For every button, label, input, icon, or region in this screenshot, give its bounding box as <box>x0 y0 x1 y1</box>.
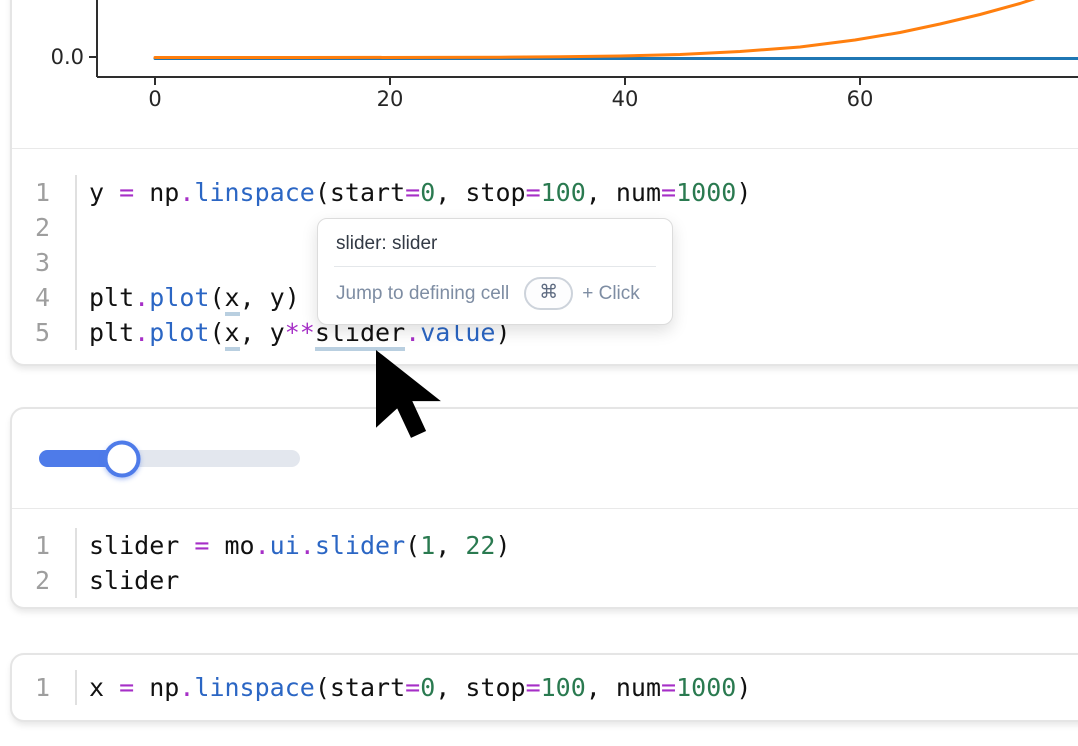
plot-output-area <box>12 0 1078 148</box>
line-number: 2 <box>12 210 50 245</box>
cmd-key-badge: ⌘ <box>524 277 573 310</box>
code-line[interactable]: slider = mo.ui.slider(1, 22) <box>89 528 1078 563</box>
code-line[interactable]: x = np.linspace(start=0, stop=100, num=1… <box>89 670 1078 705</box>
tooltip-footer: Jump to defining cell ⌘ + Click <box>318 267 672 324</box>
slider-output-area <box>12 409 1078 508</box>
code-line[interactable]: slider <box>89 563 1078 598</box>
slider-track[interactable] <box>39 450 300 467</box>
code-editor-x[interactable]: 1 x = np.linspace(start=0, stop=100, num… <box>12 655 1078 720</box>
line-number: 1 <box>12 670 50 705</box>
line-number: 1 <box>12 528 50 563</box>
tooltip-click-hint: + Click <box>582 283 640 305</box>
variable-underline-x[interactable]: x <box>225 283 240 316</box>
line-number-gutter: 12 <box>12 528 75 598</box>
code-lines: slider = mo.ui.slider(1, 22)slider <box>75 528 1078 598</box>
line-number: 1 <box>12 175 50 210</box>
line-number-gutter: 12345 <box>12 175 75 350</box>
cell-x: 1 x = np.linspace(start=0, stop=100, num… <box>10 653 1078 722</box>
line-number: 2 <box>12 563 50 598</box>
variable-tooltip: slider: slider Jump to defining cell ⌘ +… <box>317 218 673 325</box>
slider-thumb[interactable] <box>104 440 141 477</box>
tooltip-action-text: Jump to defining cell <box>336 283 509 305</box>
cell-slider: 12 slider = mo.ui.slider(1, 22)slider <box>10 407 1078 609</box>
code-editor-slider[interactable]: 12 slider = mo.ui.slider(1, 22)slider <box>12 508 1078 607</box>
variable-underline-x[interactable]: x <box>225 318 240 351</box>
line-number: 5 <box>12 315 50 350</box>
tooltip-variable-name: slider: slider <box>318 219 672 266</box>
code-lines: x = np.linspace(start=0, stop=100, num=1… <box>75 670 1078 705</box>
code-line[interactable]: y = np.linspace(start=0, stop=100, num=1… <box>89 175 1078 210</box>
notebook-viewport: 12345 y = np.linspace(start=0, stop=100,… <box>0 0 1078 746</box>
line-number: 3 <box>12 245 50 280</box>
line-number: 4 <box>12 280 50 315</box>
line-number-gutter: 1 <box>12 670 75 705</box>
